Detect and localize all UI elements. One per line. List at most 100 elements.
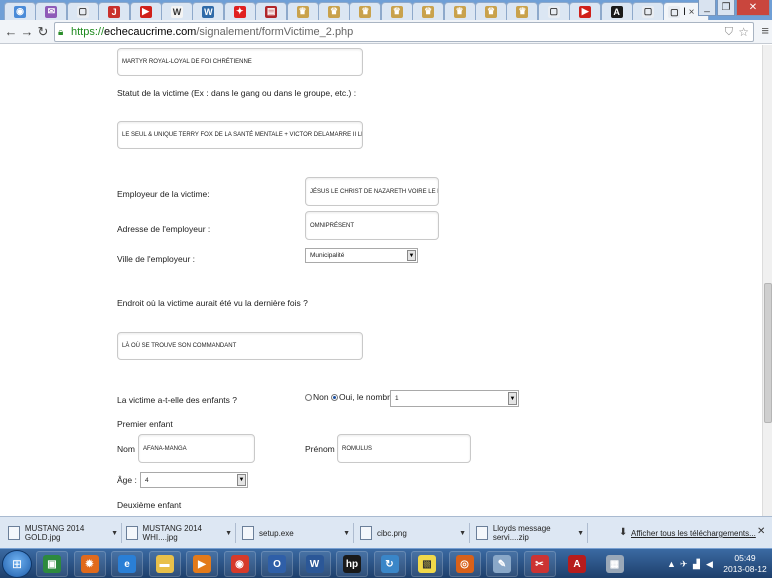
bookmark-star-icon[interactable]: ☆ xyxy=(738,23,749,41)
shield-icon[interactable]: ⛉ xyxy=(725,23,733,41)
calculator-icon: ▦ xyxy=(605,555,624,573)
volume-icon[interactable]: ◀ xyxy=(706,559,713,570)
browser-tab[interactable]: ▢ xyxy=(632,2,664,20)
browser-tab[interactable]: ♛ xyxy=(380,2,413,20)
browser-tab[interactable]: ♛ xyxy=(506,2,539,20)
tray-chevron-up-icon[interactable]: ▲ xyxy=(667,559,676,569)
browser-tab[interactable]: ▶ xyxy=(129,2,162,20)
browser-tab[interactable]: ▶ xyxy=(569,2,602,20)
dropdown-arrow-icon[interactable]: ▼ xyxy=(407,250,416,261)
mail-icon: ✉ xyxy=(45,5,58,18)
ville-select[interactable]: Municipalité ▼ xyxy=(305,248,418,263)
taskbar-app-button[interactable]: ✂ xyxy=(523,551,556,577)
taskbar-app-button[interactable]: O xyxy=(261,551,293,577)
download-item[interactable]: MUSTANG 2014 GOLD.jpg ▼ xyxy=(4,523,122,543)
taskbar-app-button[interactable]: ▣ xyxy=(36,551,68,577)
back-arrow-icon[interactable]: ← xyxy=(3,23,19,41)
show-all-downloads-link[interactable]: Afficher tous les téléchargements... xyxy=(631,529,756,538)
dropdown-arrow-icon[interactable]: ▼ xyxy=(237,474,246,486)
forward-arrow-icon[interactable]: → xyxy=(19,23,35,41)
taskbar-app-button[interactable]: ✹ xyxy=(73,551,106,577)
active-tab-label: l xyxy=(683,6,686,18)
browser-tab[interactable]: A xyxy=(600,2,633,20)
taskbar-app-button[interactable]: hp xyxy=(336,551,368,577)
radio-non[interactable] xyxy=(305,394,312,402)
taskbar-app-button[interactable]: ◉ xyxy=(223,551,256,577)
royal-crest-icon: ♛ xyxy=(359,5,372,18)
browser-tab[interactable]: J xyxy=(98,2,131,20)
browser-tab[interactable]: W xyxy=(192,2,225,20)
android-icon: A xyxy=(610,5,623,18)
browser-tab[interactable]: ◉ xyxy=(4,2,36,20)
taskbar-app-button[interactable]: A xyxy=(561,551,593,577)
download-item-name: MUSTANG 2014 WHI....jpg xyxy=(142,524,202,542)
tab-close-icon[interactable]: × xyxy=(689,7,695,18)
close-icon[interactable]: ✕ xyxy=(757,526,765,537)
chevron-down-icon[interactable]: ▼ xyxy=(111,530,118,537)
prenom-field[interactable]: ROMULUS xyxy=(337,434,471,463)
page-content: MARTYR ROYAL-LOYAL DE FOI CHRÉTIENNE Sta… xyxy=(0,45,762,516)
taskbar-app-button[interactable]: ✎ xyxy=(486,551,518,577)
taskbar-app-button[interactable]: ▬ xyxy=(148,551,181,577)
adresse-field[interactable]: OMNIPRÉSENT xyxy=(305,211,439,240)
chevron-down-icon[interactable]: ▼ xyxy=(343,530,350,537)
browser-tab[interactable]: ♛ xyxy=(475,2,507,20)
scrollbar-thumb[interactable] xyxy=(764,283,772,423)
endroit-field[interactable]: LÀ OÙ SE TROUVE SON COMMANDANT xyxy=(117,332,363,360)
age-select[interactable]: 4 ▼ xyxy=(140,472,248,488)
clock[interactable]: 05:49 2013-08-12 xyxy=(720,553,770,575)
taskbar-app-button[interactable]: e xyxy=(111,551,143,577)
download-item[interactable]: Lloyds message servi....zip ▼ xyxy=(472,523,588,543)
download-item-name: MUSTANG 2014 GOLD.jpg xyxy=(24,524,85,542)
taskbar-app-button[interactable]: ↻ xyxy=(373,551,406,577)
browser-tab[interactable]: ▤ xyxy=(255,2,288,20)
browser-tab[interactable]: ♛ xyxy=(412,2,445,20)
download-item[interactable]: setup.exe ▼ xyxy=(238,523,354,543)
youtube-icon: ▶ xyxy=(579,5,592,18)
chevron-down-icon[interactable]: ▼ xyxy=(459,530,466,537)
statut-field[interactable]: LE SEUL & UNIQUE TERRY FOX DE LA SANTÉ M… xyxy=(117,121,363,149)
browser-tab[interactable]: ♛ xyxy=(286,2,319,20)
browser-tab[interactable]: ✉ xyxy=(35,2,68,20)
blank-page-icon: ▢ xyxy=(547,5,560,18)
wrench-menu-icon[interactable]: ≡ xyxy=(761,23,769,38)
browser-tab[interactable]: ▢ xyxy=(537,2,570,20)
minimize-button[interactable]: _ xyxy=(698,0,716,16)
signal-icon[interactable]: ▟ xyxy=(693,559,700,570)
network-icon[interactable]: ✈ xyxy=(680,559,688,570)
reload-icon[interactable]: ↻ xyxy=(35,23,51,41)
browser-tab[interactable]: ♛ xyxy=(443,2,476,20)
nom-field[interactable]: AFANA-MANGA xyxy=(138,434,255,463)
browser-tab[interactable]: ✦ xyxy=(223,2,256,20)
download-item[interactable]: MUSTANG 2014 WHI....jpg ▼ xyxy=(122,523,236,543)
radio-non-label: Non xyxy=(313,392,329,402)
age-label: Âge : xyxy=(117,475,137,485)
browser-tab[interactable]: ▢ xyxy=(66,2,99,20)
restore-button[interactable]: ❐ xyxy=(717,0,735,16)
taskbar-app-button[interactable]: ▦ xyxy=(599,551,631,577)
taskbar-app-button[interactable]: ▶ xyxy=(186,551,218,577)
address-bar[interactable]: 🔒︎ https://echecaucrime.com/signalement/… xyxy=(54,22,754,42)
nombre-select[interactable]: 1 ▼ xyxy=(390,390,519,407)
ville-selected-value: Municipalité xyxy=(310,252,345,259)
chevron-down-icon[interactable]: ▼ xyxy=(225,530,232,537)
employeur-field[interactable]: JÉSUS LE CHRIST DE NAZARETH VOIRE LE FIL xyxy=(305,177,439,206)
browser-tab[interactable]: ♛ xyxy=(318,2,350,20)
clock-date: 2013-08-12 xyxy=(723,564,767,574)
start-button[interactable]: ⊞ xyxy=(2,550,32,578)
taskbar-app-button[interactable]: ◎ xyxy=(448,551,481,577)
taskbar-app-button[interactable]: ▧ xyxy=(411,551,443,577)
employeur-label: Employeur de la victime: xyxy=(117,189,210,199)
download-item[interactable]: cibc.png ▼ xyxy=(356,523,470,543)
browser-tab[interactable]: W xyxy=(161,2,193,20)
royal-crest-icon: ♛ xyxy=(328,5,340,18)
taskbar-app-button[interactable]: W xyxy=(298,551,331,577)
title-field[interactable]: MARTYR ROYAL-LOYAL DE FOI CHRÉTIENNE xyxy=(117,48,363,76)
dropdown-arrow-icon[interactable]: ▼ xyxy=(508,392,517,405)
browser-tab[interactable]: ♛ xyxy=(349,2,382,20)
page-scrollbar[interactable] xyxy=(762,45,772,516)
image-file-icon xyxy=(126,526,138,540)
chevron-down-icon[interactable]: ▼ xyxy=(577,530,584,537)
radio-oui[interactable] xyxy=(330,394,338,402)
close-window-button[interactable]: ✕ xyxy=(736,0,770,16)
